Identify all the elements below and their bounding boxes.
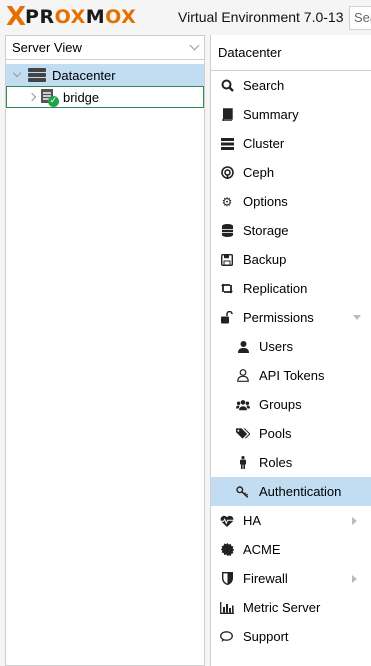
nav-item-options[interactable]: ⚙ Options <box>211 187 371 216</box>
resource-tree: Datacenter ✓ bridge <box>6 64 204 108</box>
user-icon <box>236 340 250 354</box>
nav-item-label: Metric Server <box>243 600 321 615</box>
nav-item-label: API Tokens <box>259 368 325 383</box>
resource-tree-panel: Server View Datacenter ✓ bridge <box>5 35 205 666</box>
view-selector-value: Server View <box>12 40 82 55</box>
collapsed-arrow-icon[interactable] <box>352 517 357 525</box>
nav-item-label: Users <box>259 339 293 354</box>
nav-item-label: Permissions <box>243 310 314 325</box>
users-icon <box>236 398 250 412</box>
nav-item-label: Storage <box>243 223 289 238</box>
server-rack-icon <box>28 68 46 82</box>
shield-icon <box>220 572 234 586</box>
tree-node-label: bridge <box>63 89 100 105</box>
nav-item-api-tokens[interactable]: API Tokens <box>211 361 371 390</box>
key-icon <box>236 485 250 499</box>
nav-item-metric-server[interactable]: Metric Server <box>211 593 371 622</box>
search-input[interactable]: Search <box>349 6 371 30</box>
nav-menu: Search Summary Cluster Ceph ⚙ Options St… <box>211 71 371 651</box>
nav-item-ha[interactable]: HA <box>211 506 371 535</box>
nav-item-label: Authentication <box>259 484 342 499</box>
node-online-icon: ✓ <box>41 89 59 107</box>
comments-icon <box>220 630 234 644</box>
nav-item-label: Firewall <box>243 571 288 586</box>
nav-item-label: HA <box>243 513 262 528</box>
nav-item-ceph[interactable]: Ceph <box>211 158 371 187</box>
server-icon <box>220 137 234 151</box>
nav-item-permissions[interactable]: Permissions <box>211 303 371 332</box>
nav-item-firewall[interactable]: Firewall <box>211 564 371 593</box>
nav-item-pools[interactable]: Pools <box>211 419 371 448</box>
expand-toggle-icon[interactable] <box>27 92 37 102</box>
nav-item-label: Summary <box>243 107 299 122</box>
nav-item-label: Search <box>243 78 285 93</box>
user-outline-icon <box>236 369 250 383</box>
logo-x-mark: X <box>6 2 26 32</box>
nav-item-label: Backup <box>243 252 287 267</box>
nav-item-label: Cluster <box>243 136 285 151</box>
nav-item-label: Replication <box>243 281 308 296</box>
nav-item-label: Pools <box>259 426 292 441</box>
tags-icon <box>236 427 250 441</box>
view-selector[interactable]: Server View <box>6 36 204 60</box>
certificate-icon <box>220 543 234 557</box>
gear-icon: ⚙ <box>221 194 233 209</box>
chevron-down-icon[interactable] <box>189 40 200 51</box>
nav-item-users[interactable]: Users <box>211 332 371 361</box>
nav-item-roles[interactable]: Roles <box>211 448 371 477</box>
nav-item-groups[interactable]: Groups <box>211 390 371 419</box>
unlock-icon <box>220 311 234 325</box>
search-icon <box>220 79 234 93</box>
nav-item-support[interactable]: Support <box>211 622 371 651</box>
expanded-arrow-icon[interactable] <box>353 315 361 320</box>
panel-title: Datacenter <box>211 35 371 71</box>
tree-node-label: Datacenter <box>52 67 116 83</box>
bar-chart-icon <box>220 601 234 615</box>
proxmox-logo[interactable]: X PROXMOX <box>6 2 137 32</box>
book-icon <box>220 108 234 122</box>
nav-item-summary[interactable]: Summary <box>211 100 371 129</box>
nav-item-replication[interactable]: Replication <box>211 274 371 303</box>
nav-item-acme[interactable]: ACME <box>211 535 371 564</box>
nav-item-authentication[interactable]: Authentication <box>211 477 371 506</box>
nav-item-search[interactable]: Search <box>211 71 371 100</box>
nav-item-label: Roles <box>259 455 293 470</box>
nav-item-label: Options <box>243 194 288 209</box>
version-label: Virtual Environment 7.0-13 <box>178 9 344 25</box>
nav-item-label: Ceph <box>243 165 275 180</box>
nav-item-backup[interactable]: Backup <box>211 245 371 274</box>
collapse-toggle-icon[interactable] <box>12 68 22 78</box>
collapsed-arrow-icon[interactable] <box>352 575 357 583</box>
male-icon <box>236 456 250 470</box>
retweet-icon <box>220 282 234 296</box>
floppy-icon <box>220 253 234 267</box>
tree-node-datacenter[interactable]: Datacenter <box>6 64 204 86</box>
logo-wordmark: PROXMOX <box>25 6 137 28</box>
nav-item-label: ACME <box>243 542 281 557</box>
database-icon <box>220 224 234 238</box>
nav-item-label: Groups <box>259 397 302 412</box>
nav-item-storage[interactable]: Storage <box>211 216 371 245</box>
nav-item-cluster[interactable]: Cluster <box>211 129 371 158</box>
ceph-icon <box>220 166 234 180</box>
heartbeat-icon <box>220 514 234 528</box>
tree-node-bridge[interactable]: ✓ bridge <box>6 86 204 108</box>
config-nav-panel: Datacenter Search Summary Cluster Ceph ⚙… <box>210 35 371 666</box>
nav-item-label: Support <box>243 629 289 644</box>
top-header: X PROXMOX Virtual Environment 7.0-13 Sea… <box>0 0 371 35</box>
